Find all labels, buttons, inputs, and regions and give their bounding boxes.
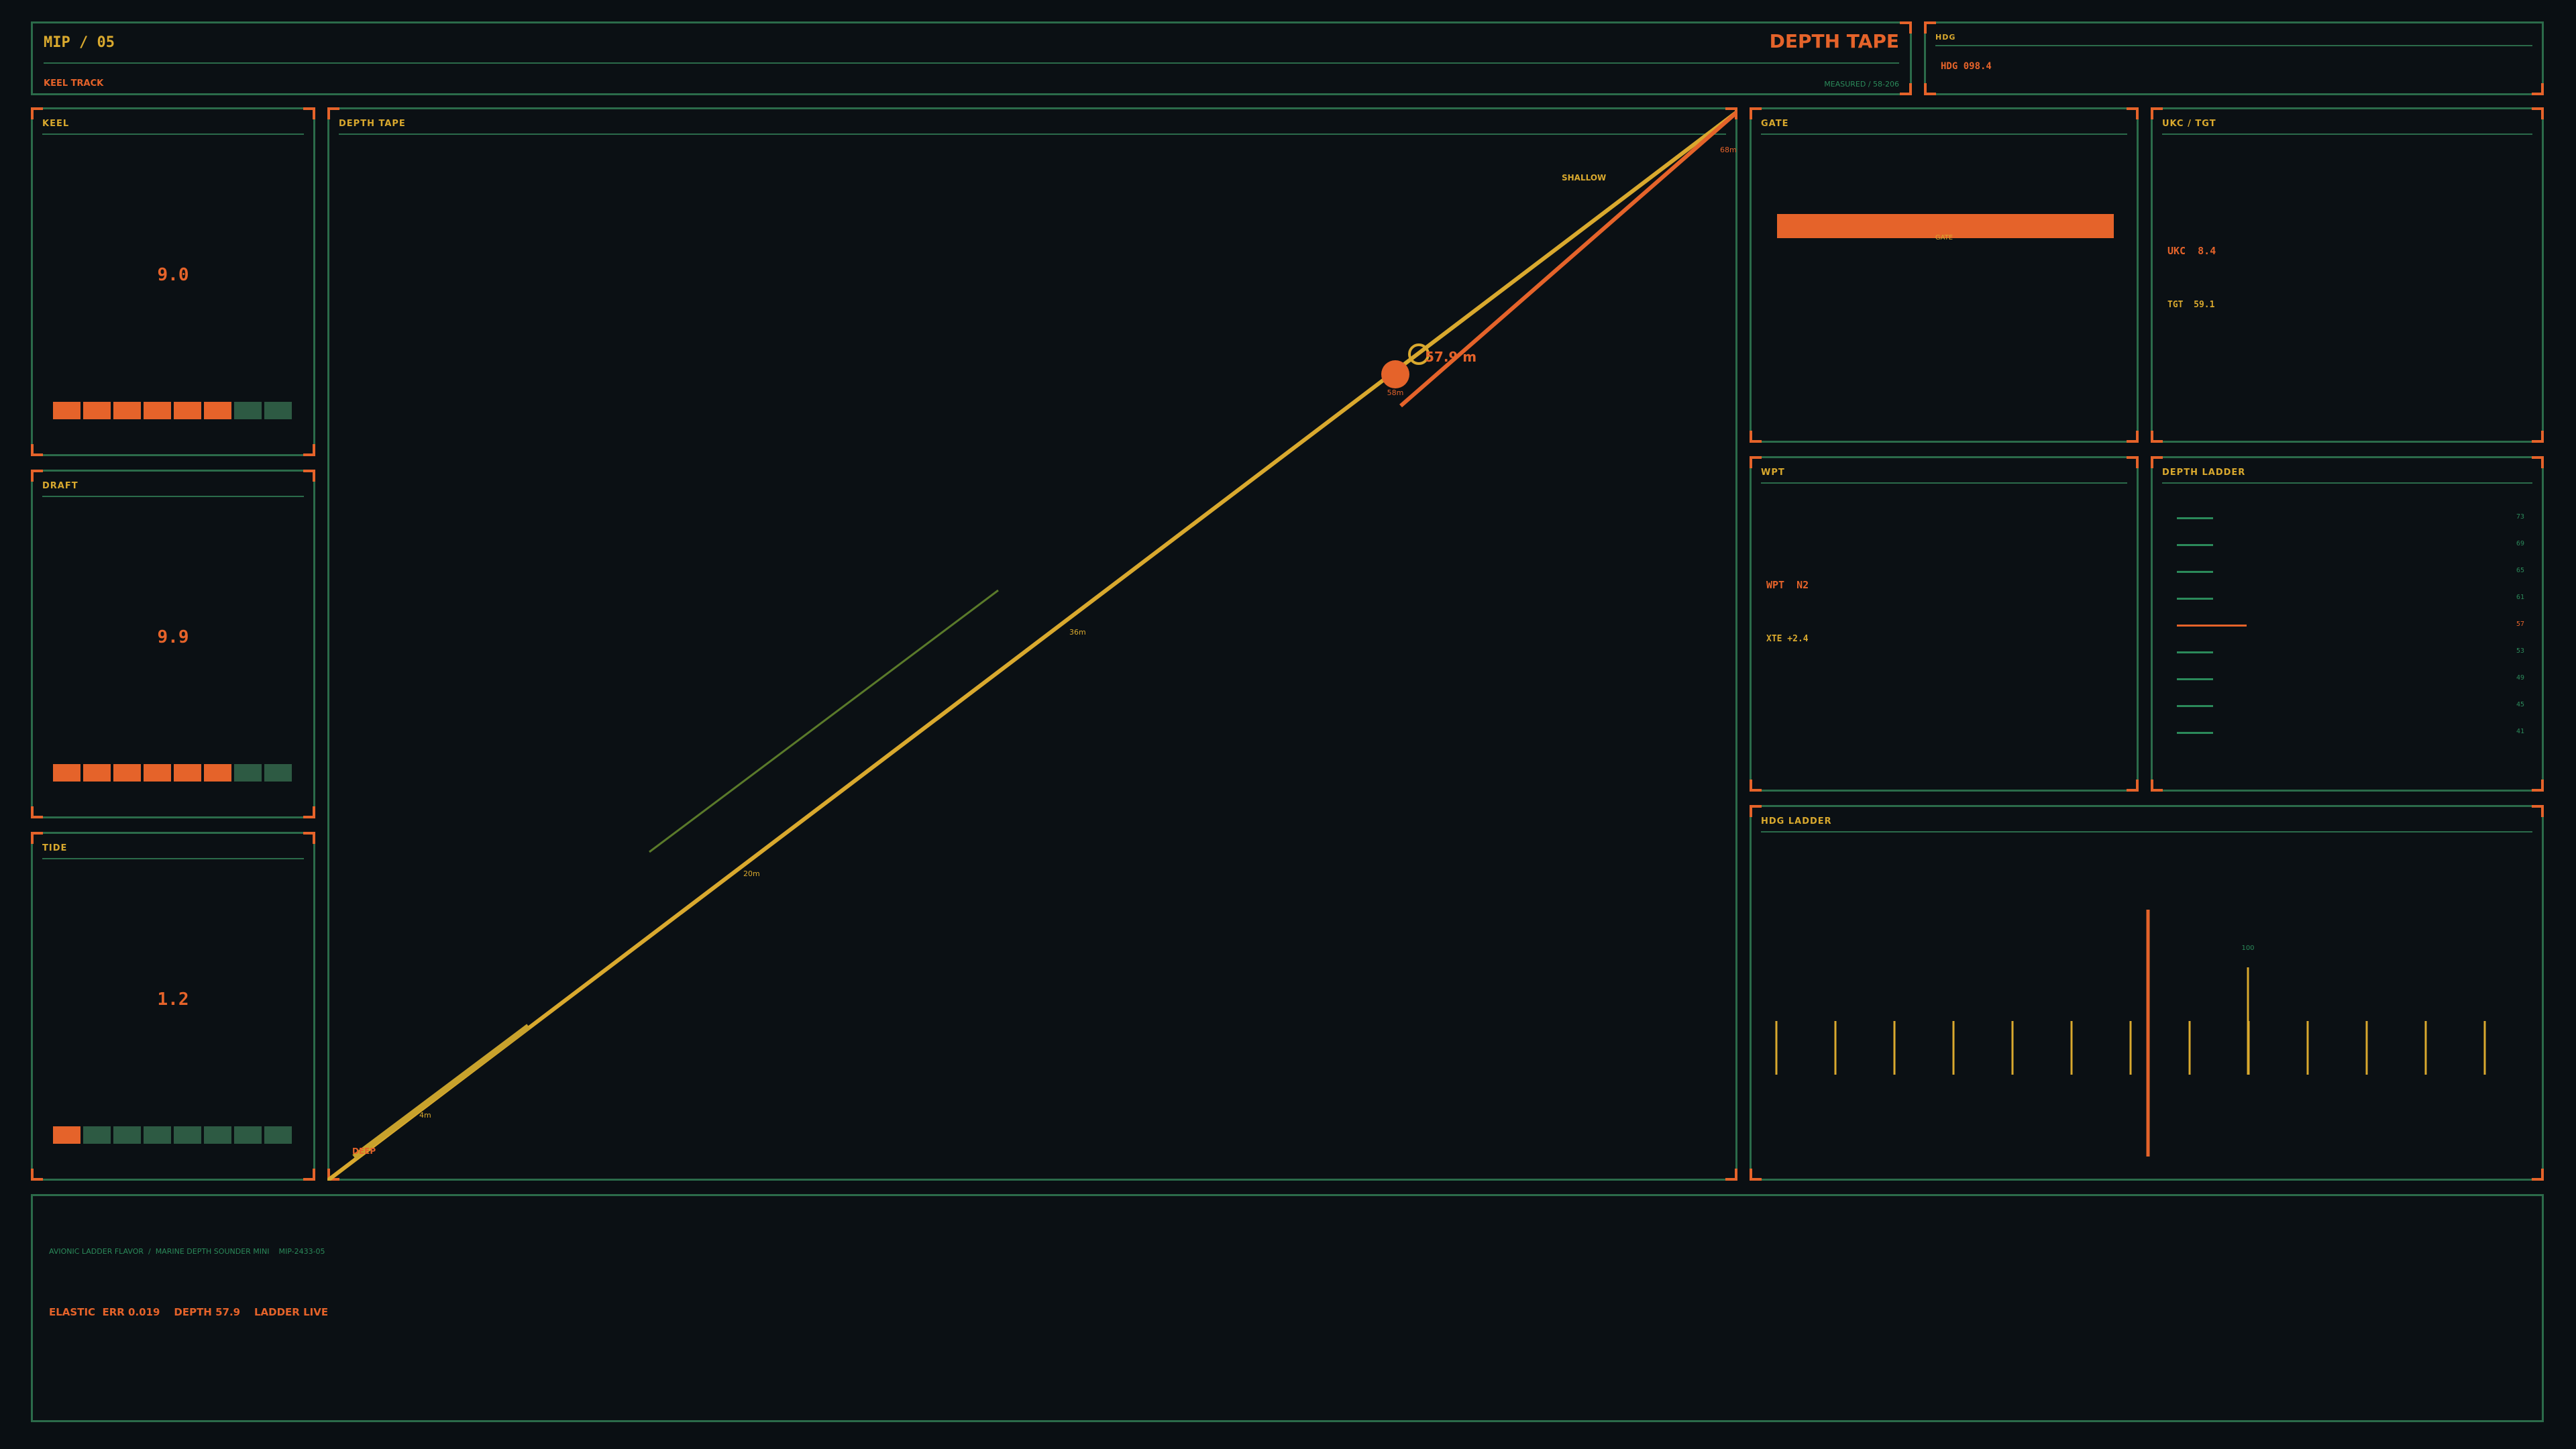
tgt-value: TGT 59.1 — [2167, 300, 2215, 310]
depth-ladder-value: 49 — [2516, 674, 2525, 682]
segment — [234, 1126, 262, 1144]
depth-ladder-tick — [2177, 517, 2213, 519]
tide-value: 1.2 — [157, 989, 189, 1010]
tide-title: TIDE — [42, 843, 68, 853]
xte-value: XTE +2.4 — [1766, 634, 1809, 644]
keel-panel: KEEL 9.0 — [31, 107, 315, 456]
depth-ladder-tick — [2177, 705, 2213, 707]
header-id: MIP / 05 — [44, 34, 115, 51]
segment — [144, 764, 171, 782]
header-subtitle: KEEL TRACK — [44, 78, 104, 89]
segment — [174, 764, 201, 782]
hdg-peak-label: 100 — [2241, 945, 2254, 952]
depth-marker — [1381, 360, 1409, 388]
depth-marker-label: 58m — [1387, 388, 1404, 397]
footer-meta: AVIONIC LADDER FLAVOR / MARINE DEPTH SOU… — [49, 1247, 325, 1256]
footer-panel: AVIONIC LADDER FLAVOR / MARINE DEPTH SOU… — [31, 1194, 2544, 1422]
depth-ladder-value: 69 — [2516, 540, 2525, 547]
gate-bar-label: GATE — [1935, 234, 1953, 241]
draft-title: DRAFT — [42, 481, 78, 491]
segment — [83, 1126, 111, 1144]
segment — [234, 764, 262, 782]
page-title: DEPTH TAPE — [1769, 30, 1899, 52]
hdg-panel-title: HDG — [1935, 33, 1956, 42]
keel-value: 9.0 — [157, 265, 189, 285]
scale-label-36: 36m — [1069, 628, 1086, 637]
hdg-value: HDG 098.4 — [1941, 61, 1992, 72]
gate-title: GATE — [1761, 119, 1789, 129]
depth-ladder-value: 45 — [2516, 701, 2525, 708]
segment — [113, 764, 141, 782]
depth-tape-line — [327, 109, 1737, 1181]
depth-ladder-tick — [2177, 544, 2213, 546]
wpt-value: WPT N2 — [1766, 579, 1809, 591]
segment — [113, 402, 141, 419]
segment — [144, 1126, 171, 1144]
depth-ladder-tick — [2177, 678, 2213, 680]
segment — [204, 764, 231, 782]
shallow-label: SHALLOW — [1562, 173, 1606, 182]
depth-readout: 57.9 m — [1425, 349, 1477, 365]
segment — [53, 402, 80, 419]
depth-ladder-value: 57 — [2516, 621, 2525, 628]
ukc-tgt-title: UKC / TGT — [2162, 119, 2216, 129]
tide-panel: TIDE 1.2 — [31, 832, 315, 1181]
draft-value: 9.9 — [157, 627, 189, 647]
deep-label: DEEP — [352, 1146, 376, 1156]
depth-ladder-value: 65 — [2516, 567, 2525, 574]
depth-ladder-tick — [2177, 732, 2213, 734]
keel-segment-bar — [53, 402, 292, 419]
depth-ladder-tick — [2177, 598, 2213, 600]
scale-label-20: 20m — [743, 869, 760, 878]
draft-panel: DRAFT 9.9 — [31, 470, 315, 818]
segment — [234, 402, 262, 419]
segment — [174, 402, 201, 419]
segment — [264, 764, 292, 782]
keel-title: KEEL — [42, 119, 70, 129]
scale-label-4: 4m — [419, 1111, 431, 1120]
tide-segment-bar — [53, 1126, 292, 1144]
segment — [204, 402, 231, 419]
depth-tape-panel: DEPTH TAPE 57.9 m 58m SHALLOW DEEP 4m 20… — [327, 107, 1737, 1181]
hdg-panel: HDG HDG 098.4 — [1924, 21, 2544, 95]
depth-ladder-value: 41 — [2516, 728, 2525, 735]
header-panel: MIP / 05 DEPTH TAPE KEEL TRACK MEASURED … — [31, 21, 1912, 95]
depth-ladder-tick — [2177, 571, 2213, 573]
draft-segment-bar — [53, 764, 292, 782]
depth-tape-shadow — [649, 589, 999, 853]
wpt-title: WPT — [1761, 468, 1785, 478]
segment — [83, 764, 111, 782]
hdg-ladder-panel: HDG LADDER 100 — [1750, 805, 2544, 1181]
depth-ladder-value: 53 — [2516, 647, 2525, 655]
segment — [264, 1126, 292, 1144]
segment — [53, 1126, 80, 1144]
depth-tape-glow — [352, 1024, 531, 1160]
ukc-value: UKC 8.4 — [2167, 245, 2216, 257]
depth-ladder: 73 69 65 61 57 53 49 45 41 — [2153, 458, 2542, 790]
segment — [174, 1126, 201, 1144]
footer-status: ELASTIC ERR 0.019 DEPTH 57.9 LADDER LIVE — [49, 1306, 329, 1318]
segment — [113, 1126, 141, 1144]
depth-ladder-value: 61 — [2516, 594, 2525, 601]
segment — [264, 402, 292, 419]
segment — [53, 764, 80, 782]
depth-tape-plot: 57.9 m 58m SHALLOW DEEP 4m 20m 36m 68m — [327, 109, 1737, 1181]
gate-panel: GATE GATE — [1750, 107, 2139, 443]
depth-ladder-tick — [2177, 625, 2247, 627]
segment — [83, 402, 111, 419]
depth-ladder-panel: DEPTH LADDER 73 69 65 61 57 53 49 45 41 — [2151, 456, 2544, 792]
segment — [204, 1126, 231, 1144]
header-measured: MEASURED / 58-206 — [1824, 80, 1899, 89]
wpt-panel: WPT WPT N2 XTE +2.4 — [1750, 456, 2139, 792]
depth-ladder-value: 73 — [2516, 513, 2525, 521]
ukc-tgt-panel: UKC / TGT UKC 8.4 TGT 59.1 — [2151, 107, 2544, 443]
depth-ladder-tick — [2177, 651, 2213, 653]
hdg-ladder-plot: 100 — [1775, 910, 2486, 1157]
scale-label-68: 68m — [1720, 146, 1737, 154]
segment — [144, 402, 171, 419]
